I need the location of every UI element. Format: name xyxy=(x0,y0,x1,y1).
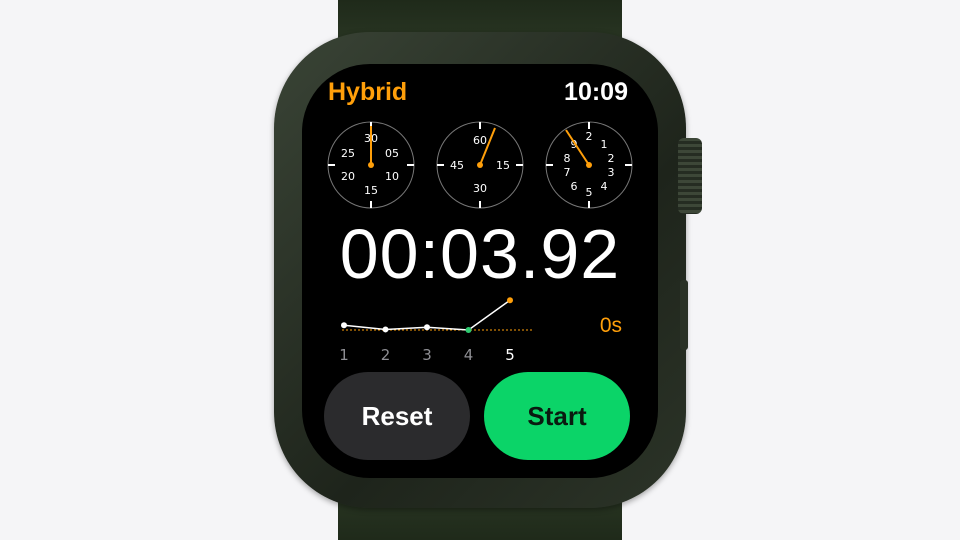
minutes-dial: 60 15 30 45 xyxy=(436,121,524,209)
dial1-label: 05 xyxy=(385,147,399,160)
lap-label: 4 xyxy=(464,346,474,364)
dial3-label: 5 xyxy=(586,186,593,199)
dial2-label: 60 xyxy=(473,134,487,147)
dial2-label: 30 xyxy=(473,182,487,195)
dial3-label: 4 xyxy=(601,180,608,193)
side-button[interactable] xyxy=(680,280,688,350)
dial1-label: 25 xyxy=(341,147,355,160)
lap-point xyxy=(341,322,347,329)
start-button[interactable]: Start xyxy=(484,372,630,460)
lap-label: 2 xyxy=(381,346,391,364)
lap-label: 1 xyxy=(339,346,349,364)
dial3-label: 1 xyxy=(601,138,608,151)
app-title: Hybrid xyxy=(328,78,408,106)
dial3-label: 2 xyxy=(608,152,615,165)
lap-point xyxy=(507,297,513,304)
elapsed-time: 00:03.92 xyxy=(339,215,621,293)
status-time: 10:09 xyxy=(564,78,628,106)
lap-target: 0s xyxy=(599,314,622,337)
dial1-label: 15 xyxy=(364,184,378,197)
lap-point xyxy=(424,324,430,331)
dial3-label: 7 xyxy=(564,166,571,179)
dial3-label: 6 xyxy=(571,180,578,193)
lap-graph: 1 2 3 4 5 xyxy=(339,297,532,364)
reset-button[interactable]: Reset xyxy=(324,372,470,460)
lap-label: 5 xyxy=(505,346,515,364)
dial3-label: 8 xyxy=(564,152,571,165)
dial2-label: 45 xyxy=(450,159,464,172)
watch-screen: Hybrid 10:09 30 05 10 15 20 25 60 15 30 … xyxy=(302,64,658,478)
dial2-label: 15 xyxy=(496,159,510,172)
seconds-dial: 30 05 10 15 20 25 xyxy=(327,121,415,209)
lap-point xyxy=(465,327,472,333)
lap-label: 3 xyxy=(422,346,432,364)
digital-crown[interactable] xyxy=(678,138,702,214)
dial3-label: 3 xyxy=(608,166,615,179)
hours-dial: 2 1 2 3 4 5 6 7 8 9 xyxy=(545,121,633,209)
dial1-label: 10 xyxy=(385,170,399,183)
dial3-label: 2 xyxy=(586,130,593,143)
lap-point xyxy=(382,326,389,333)
dial1-label: 20 xyxy=(341,170,355,183)
